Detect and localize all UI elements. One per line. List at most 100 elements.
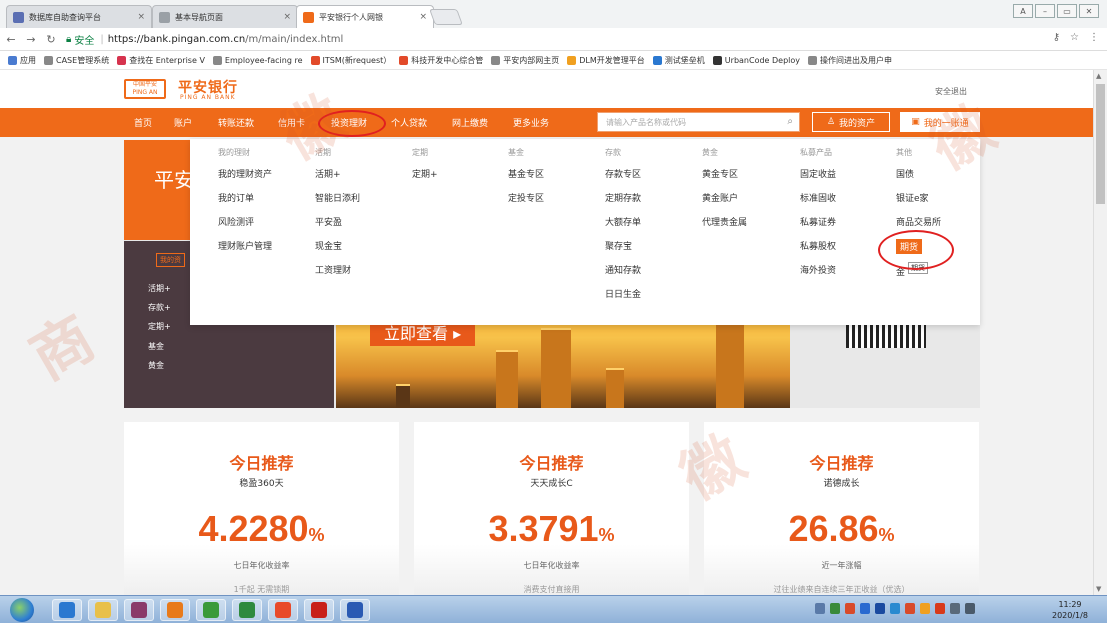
menu-item[interactable]: 基金专区 [508,167,544,180]
nav-loan[interactable]: 个人贷款 [391,116,427,129]
taskbar-excel-icon[interactable] [232,599,262,621]
start-button[interactable] [10,598,34,622]
menu-item[interactable]: 定投专区 [508,191,544,204]
bookmark-item[interactable]: CASE管理系统 [44,55,109,66]
taskbar-winrar-icon[interactable] [124,599,154,621]
taskbar-explorer-icon[interactable] [88,599,118,621]
reload-icon[interactable]: ↻ [42,33,60,46]
tray-icon[interactable] [830,603,840,614]
menu-item[interactable]: 理财账户管理 [218,239,272,252]
menu-item[interactable]: 风险测评 [218,215,272,228]
scroll-up-icon[interactable]: ▲ [1096,72,1101,80]
tray-icon[interactable] [905,603,915,614]
menu-item[interactable]: 活期+ [315,167,360,180]
menu-item[interactable]: 标准固收 [800,191,836,204]
nav-home[interactable]: 首页 [134,116,152,129]
taskbar-kuaiya-icon[interactable] [268,599,298,621]
menu-item[interactable]: 代理贵金属 [702,215,747,228]
menu-item[interactable]: 私募股权 [800,239,836,252]
tab-pingan-bank[interactable]: 平安银行个人网银 × [296,5,434,28]
tab-basic-nav[interactable]: 基本导航页面 × [152,5,298,28]
menu-item[interactable]: 大额存单 [605,215,641,228]
page-scrollbar[interactable]: ▲ ▼ [1093,70,1107,595]
menu-item[interactable]: 智能日添利 [315,191,360,204]
bookmark-item[interactable]: 平安内部网主页 [491,55,559,66]
menu-item[interactable]: 现金宝 [315,239,360,252]
url-field[interactable]: 🔒︎ 安全 | https://bank.pingan.com.cn/m/mai… [66,32,343,47]
menu-item[interactable]: 银证e家 [896,191,941,204]
menu-item[interactable]: 定期+ [412,167,438,180]
menu-item[interactable]: 定期存款 [605,191,641,204]
speaker-icon[interactable] [965,603,975,614]
menu-item[interactable]: 商品交易所 [896,215,941,228]
menu-item[interactable]: 我的订单 [218,191,272,204]
menu-item[interactable]: 海外投资 [800,263,836,276]
side-item-fund[interactable]: 基金 [148,341,164,352]
menu-item[interactable]: 工资理财 [315,263,360,276]
menu-item[interactable]: 日日生金 [605,287,641,300]
bookmark-item[interactable]: ITSM(新request） [310,55,391,66]
bookmark-item[interactable]: Employee-facing re [212,55,303,65]
search-icon[interactable]: ⌕ [787,116,793,127]
network-icon[interactable] [950,603,960,614]
menu-item[interactable]: 黄金专区 [702,167,747,180]
menu-item[interactable]: 私募证券 [800,215,836,228]
menu-item[interactable]: 我的理财资产 [218,167,272,180]
side-item-deposit[interactable]: 存款+ [148,302,171,313]
tray-icon[interactable] [890,603,900,614]
menu-item[interactable]: 固定收益 [800,167,836,180]
key-icon[interactable]: ⚷ [1053,32,1060,43]
pingan-logo[interactable]: 中国平安 PING AN [124,79,166,99]
taskbar-ie-icon[interactable] [52,599,82,621]
close-window-icon[interactable]: ✕ [1079,4,1099,18]
close-icon[interactable]: × [283,12,291,22]
side-item-gold[interactable]: 黄金 [148,360,164,371]
restore-icon[interactable]: ▭ [1057,4,1077,18]
tray-icon[interactable] [920,603,930,614]
nav-transfer[interactable]: 转账还款 [218,116,254,129]
tray-icon[interactable] [935,603,945,614]
recommend-card[interactable]: 今日推荐 稳盈360天 4.2280% 七日年化收益率 1千起 无需锁期 [124,422,399,595]
my-account-button[interactable]: ▣ 我的一账通 [900,112,980,132]
nav-credit-card[interactable]: 信用卡 [278,116,305,129]
scroll-thumb[interactable] [1096,84,1105,204]
product-search-input[interactable]: 请输入产品名称或代码 ⌕ [597,112,800,132]
logout-link[interactable]: 安全退出 [935,86,967,97]
tray-icon[interactable] [875,603,885,614]
system-clock[interactable]: 11:29 2020/1/8 [1052,599,1088,621]
tab-query-platform[interactable]: 数据库自助查询平台 × [6,5,152,28]
tray-icon[interactable] [860,603,870,614]
recommend-card[interactable]: 今日推荐 天天成长C 3.3791% 七日年化收益率 消费支付直接用 [414,422,689,595]
nav-more[interactable]: 更多业务 [513,116,549,129]
minimize-icon[interactable]: – [1035,4,1055,18]
new-tab-button[interactable] [429,9,463,25]
back-icon[interactable]: ← [2,33,20,46]
bookmark-item[interactable]: 查找在 Enterprise V [117,55,205,66]
bookmark-item[interactable]: 应用 [8,55,36,66]
menu-item[interactable]: 聚存宝 [605,239,641,252]
star-icon[interactable]: ☆ [1070,32,1079,43]
menu-item[interactable]: 存款专区 [605,167,641,180]
bookmark-item[interactable]: 科技开发中心综合管 [399,55,483,66]
side-item-current[interactable]: 活期+ [148,283,171,294]
my-assets-button[interactable]: ♙ 我的资产 [812,112,890,132]
bookmark-item[interactable]: UrbanCode Deploy [712,55,800,65]
bookmark-item[interactable]: 操作间进出及用户申 [808,55,892,66]
menu-item[interactable]: 国债 [896,167,941,180]
scroll-down-icon[interactable]: ▼ [1096,585,1101,593]
menu-item[interactable]: 黄金账户 [702,191,747,204]
nav-payment[interactable]: 网上缴费 [452,116,488,129]
tray-icon[interactable] [845,603,855,614]
taskbar-acrobat-icon[interactable] [304,599,334,621]
recommend-card[interactable]: 今日推荐 诺德成长 26.86% 近一年涨幅 过往业绩来自连续三年正收益（优选） [704,422,979,595]
nav-account[interactable]: 账户 [174,116,192,129]
bookmark-item[interactable]: 测试堡垒机 [652,55,705,66]
taskbar-word-icon[interactable] [340,599,370,621]
menu-item[interactable]: 平安盈 [315,215,360,228]
user-icon[interactable]: A [1013,4,1033,18]
side-item-fixed[interactable]: 定期+ [148,321,171,332]
bookmark-item[interactable]: DLM开发管理平台 [567,55,645,66]
taskbar-chrome-icon[interactable] [196,599,226,621]
taskbar-outlook-icon[interactable] [160,599,190,621]
tray-icon[interactable] [815,603,825,614]
